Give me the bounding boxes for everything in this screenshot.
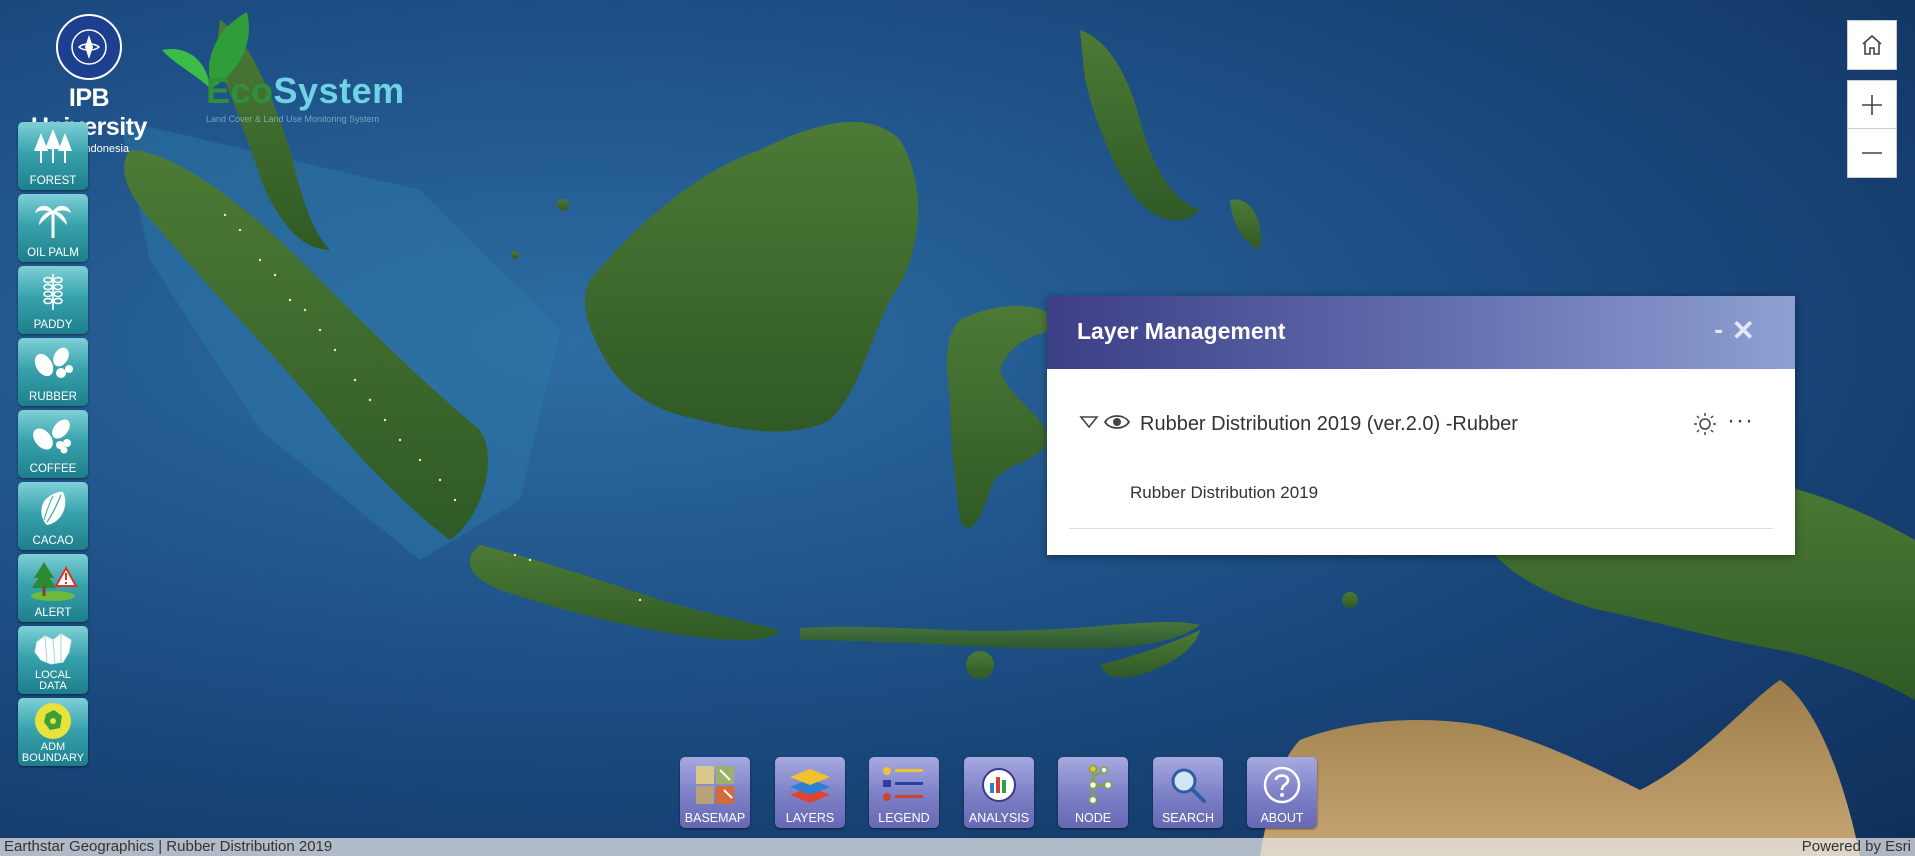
- sidebar-item-label: RUBBER: [29, 391, 77, 403]
- layer-item: Rubber Distribution 2019 (ver.2.0) -Rubb…: [1077, 407, 1767, 441]
- toolbar-label: LAYERS: [785, 811, 835, 825]
- layer-management-panel: Layer Management - ✕ Rubber Distribution…: [1047, 296, 1795, 555]
- node-icon: [1058, 763, 1128, 807]
- search-button[interactable]: SEARCH: [1153, 757, 1223, 828]
- home-button[interactable]: [1847, 20, 1897, 70]
- sidebar-item-cacao[interactable]: CACAO: [18, 482, 88, 550]
- sidebar-item-label: OIL PALM: [27, 247, 79, 259]
- sidebar-item-rubber[interactable]: RUBBER: [18, 338, 88, 406]
- minimize-button[interactable]: -: [1714, 314, 1723, 345]
- rice-icon: [18, 272, 88, 312]
- forest-icon: [18, 128, 88, 168]
- toolbar-label: BASEMAP: [684, 811, 746, 825]
- plus-icon: [1862, 95, 1882, 115]
- more-options-icon[interactable]: ···: [1727, 407, 1754, 435]
- sidebar-item-coffee[interactable]: COFFEE: [18, 410, 88, 478]
- home-icon: [1862, 34, 1882, 55]
- legend-button[interactable]: LEGEND: [869, 757, 939, 828]
- powered-by-esri[interactable]: Powered by Esri: [1802, 838, 1911, 855]
- sidebar-item-label: FOREST: [29, 175, 77, 187]
- panel-header: Layer Management - ✕: [1047, 296, 1795, 369]
- cacao-pod-icon: [18, 488, 88, 528]
- attribution-source: Earthstar Geographics | Rubber Distribut…: [4, 838, 333, 855]
- ipb-seal-icon: [56, 14, 122, 80]
- basemap-icon: [680, 763, 750, 807]
- legend-icon: [869, 763, 939, 807]
- search-icon: [1153, 763, 1223, 807]
- zoom-out-button[interactable]: [1847, 128, 1897, 178]
- ecosystem-logo: EcoSystem Land Cover & Land Use Monitori…: [162, 10, 412, 124]
- map-attribution: Earthstar Geographics | Rubber Distribut…: [0, 838, 1915, 856]
- sidebar-item-oil-palm[interactable]: OIL PALM: [18, 194, 88, 262]
- sublayer-label: Rubber Distribution 2019: [1130, 483, 1319, 502]
- toolbar-label: NODE: [1074, 811, 1112, 825]
- sidebar-item-label: COFFEE: [29, 463, 77, 475]
- analysis-icon: [964, 763, 1034, 807]
- sidebar-item-label: LOCAL DATA: [34, 669, 72, 692]
- sidebar-item-label: PADDY: [33, 319, 73, 331]
- help-icon: [1247, 763, 1317, 807]
- about-button[interactable]: ABOUT: [1247, 757, 1317, 828]
- ecosystem-tagline: Land Cover & Land Use Monitoring System: [206, 114, 380, 124]
- analysis-button[interactable]: ANALYSIS: [964, 757, 1034, 828]
- minus-icon: [1862, 152, 1882, 154]
- rubber-leaf-icon: [18, 344, 88, 384]
- sidebar-item-label: ALERT: [34, 607, 72, 619]
- sidebar-item-alert[interactable]: ALERT: [18, 554, 88, 622]
- toolbar-label: ANALYSIS: [968, 811, 1030, 825]
- sidebar-item-forest[interactable]: FOREST: [18, 122, 88, 190]
- toolbar-label: SEARCH: [1161, 811, 1215, 825]
- sidebar-item-paddy[interactable]: PADDY: [18, 266, 88, 334]
- panel-title: Layer Management: [1077, 318, 1286, 344]
- toolbar-label: LEGEND: [878, 811, 930, 825]
- layer-title: Rubber Distribution 2019 (ver.2.0) -Rubb…: [1140, 413, 1518, 435]
- boundary-icon: [18, 701, 88, 741]
- palm-tree-icon: [18, 200, 88, 240]
- zoom-in-button[interactable]: [1847, 80, 1897, 130]
- layers-icon: [775, 763, 845, 807]
- thematic-sidebar: FOREST OIL PALM PADDY RUBBER COFFEE CACA…: [18, 122, 88, 770]
- ipb-university-logo: IPB University Bogor Indonesia: [14, 14, 164, 155]
- divider: [1069, 528, 1773, 529]
- alert-tree-icon: [18, 560, 88, 601]
- sidebar-item-label: ADM BOUNDARY: [21, 741, 85, 764]
- basemap-button[interactable]: BASEMAP: [680, 757, 750, 828]
- collapse-triangle-icon[interactable]: [1079, 415, 1099, 429]
- sidebar-item-label: CACAO: [32, 535, 74, 547]
- close-button[interactable]: ✕: [1732, 314, 1755, 347]
- transparency-sun-icon[interactable]: [1692, 411, 1718, 437]
- visibility-eye-icon[interactable]: [1103, 411, 1131, 433]
- layers-button[interactable]: LAYERS: [775, 757, 845, 828]
- sidebar-item-adm-boundary[interactable]: ADM BOUNDARY: [18, 698, 88, 766]
- map-data-icon: [18, 630, 88, 670]
- ecosystem-wordmark: EcoSystem: [206, 70, 405, 111]
- coffee-branch-icon: [18, 416, 88, 456]
- toolbar-label: ABOUT: [1260, 811, 1304, 825]
- sidebar-item-local-data[interactable]: LOCAL DATA: [18, 626, 88, 694]
- node-button[interactable]: NODE: [1058, 757, 1128, 828]
